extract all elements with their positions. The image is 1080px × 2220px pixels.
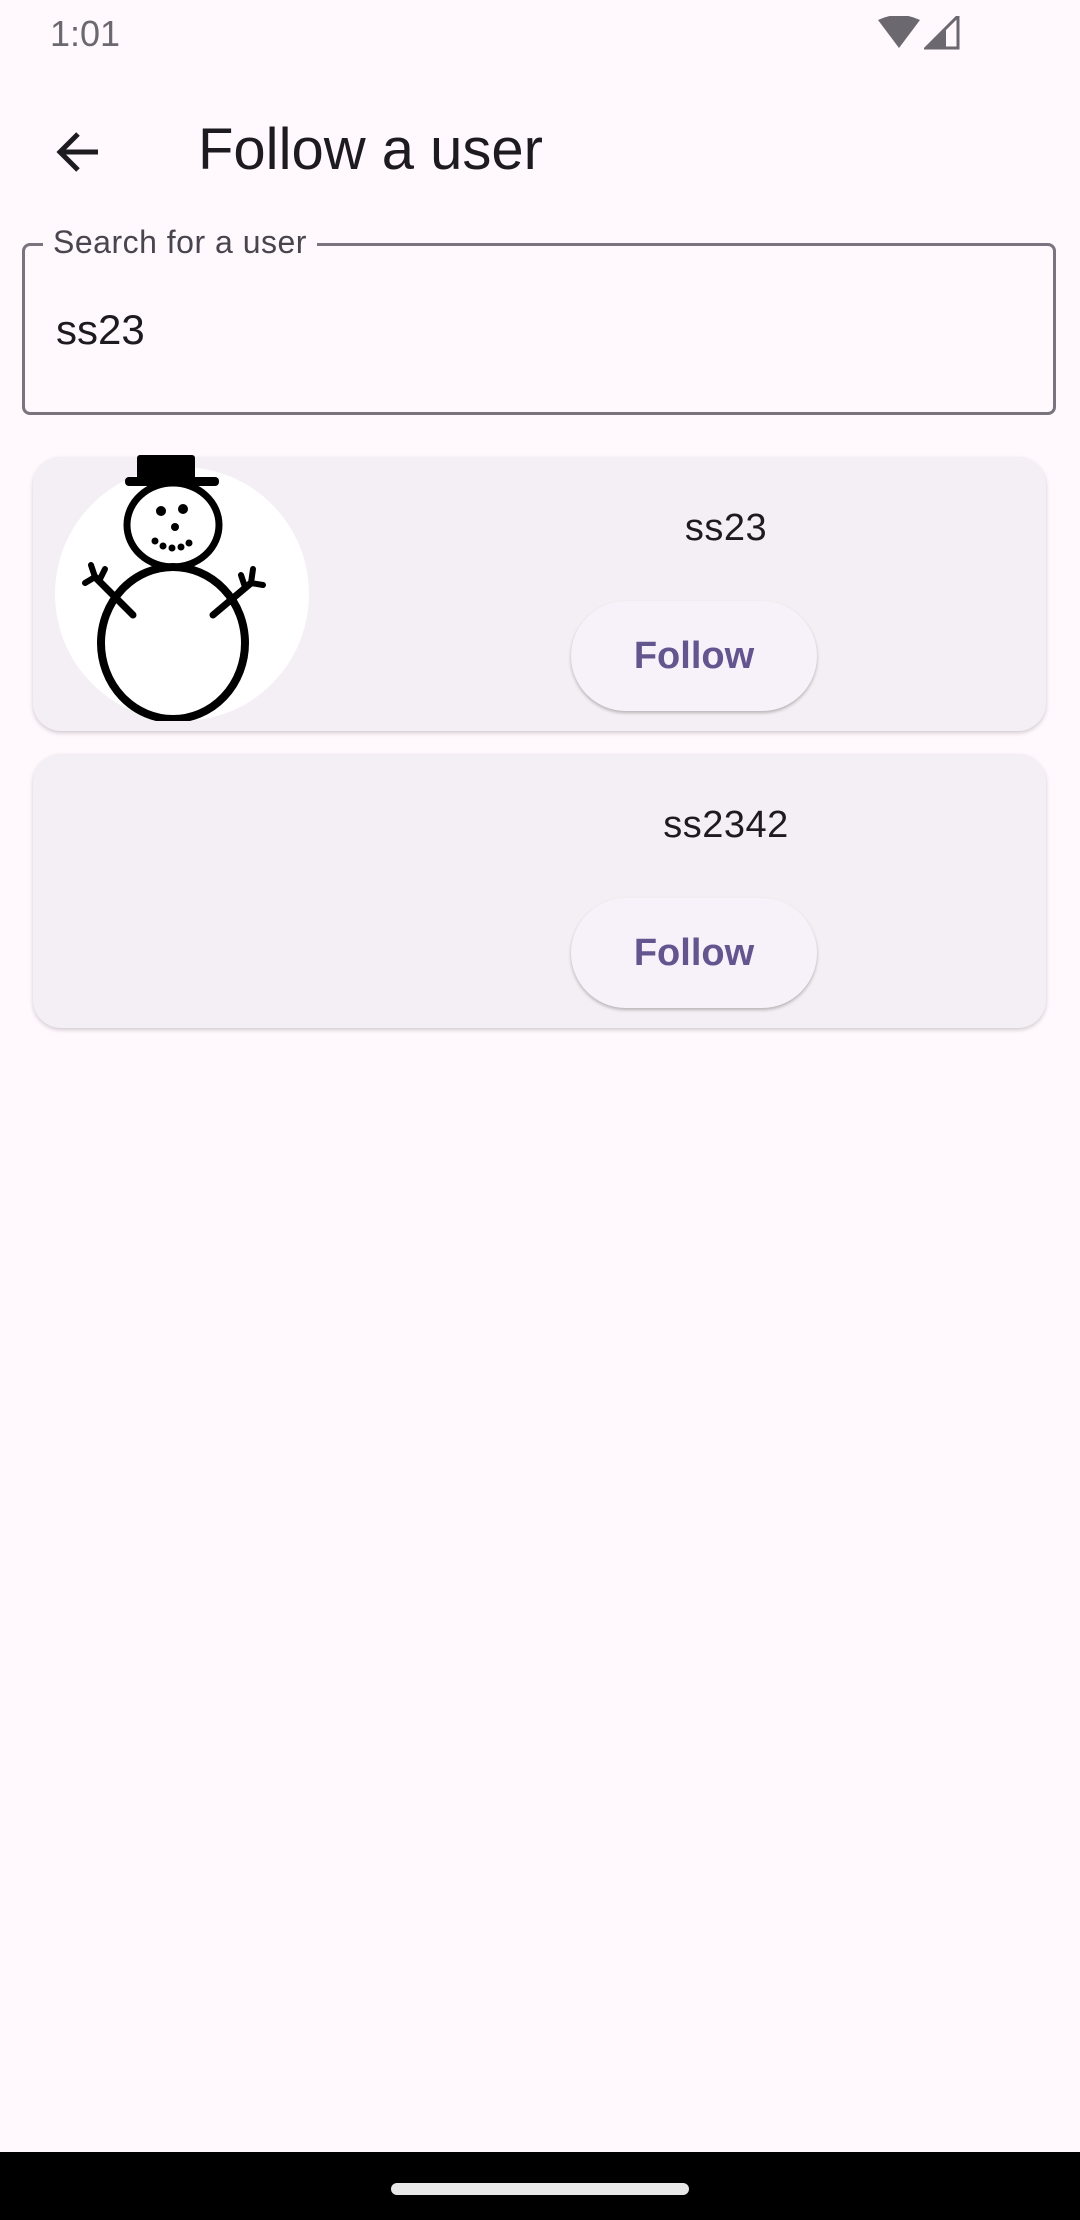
snowman-avatar-icon [82,455,266,721]
page-title: Follow a user [198,117,543,182]
status-bar: 1:01 [0,0,1080,68]
system-navigation-bar [0,2152,1080,2220]
arrow-back-icon [56,132,98,172]
home-indicator[interactable] [391,2183,689,2195]
user-result-card: ss23 Follow [33,455,1046,731]
search-field[interactable]: Search for a user [22,222,1056,415]
follow-button[interactable]: Follow [571,601,817,711]
avatar [55,455,309,721]
username: ss23 [684,507,768,549]
status-icons [878,15,964,50]
search-input[interactable] [56,304,1016,356]
user-result-card: ss2342 Follow [33,754,1046,1028]
follow-button[interactable]: Follow [571,898,817,1008]
back-button[interactable] [30,104,126,200]
app-bar: Follow a user [0,80,1080,204]
cellular-signal-icon [924,16,960,50]
search-field-label: Search for a user [43,222,317,262]
username: ss2342 [663,804,789,846]
status-time: 1:01 [50,13,121,54]
